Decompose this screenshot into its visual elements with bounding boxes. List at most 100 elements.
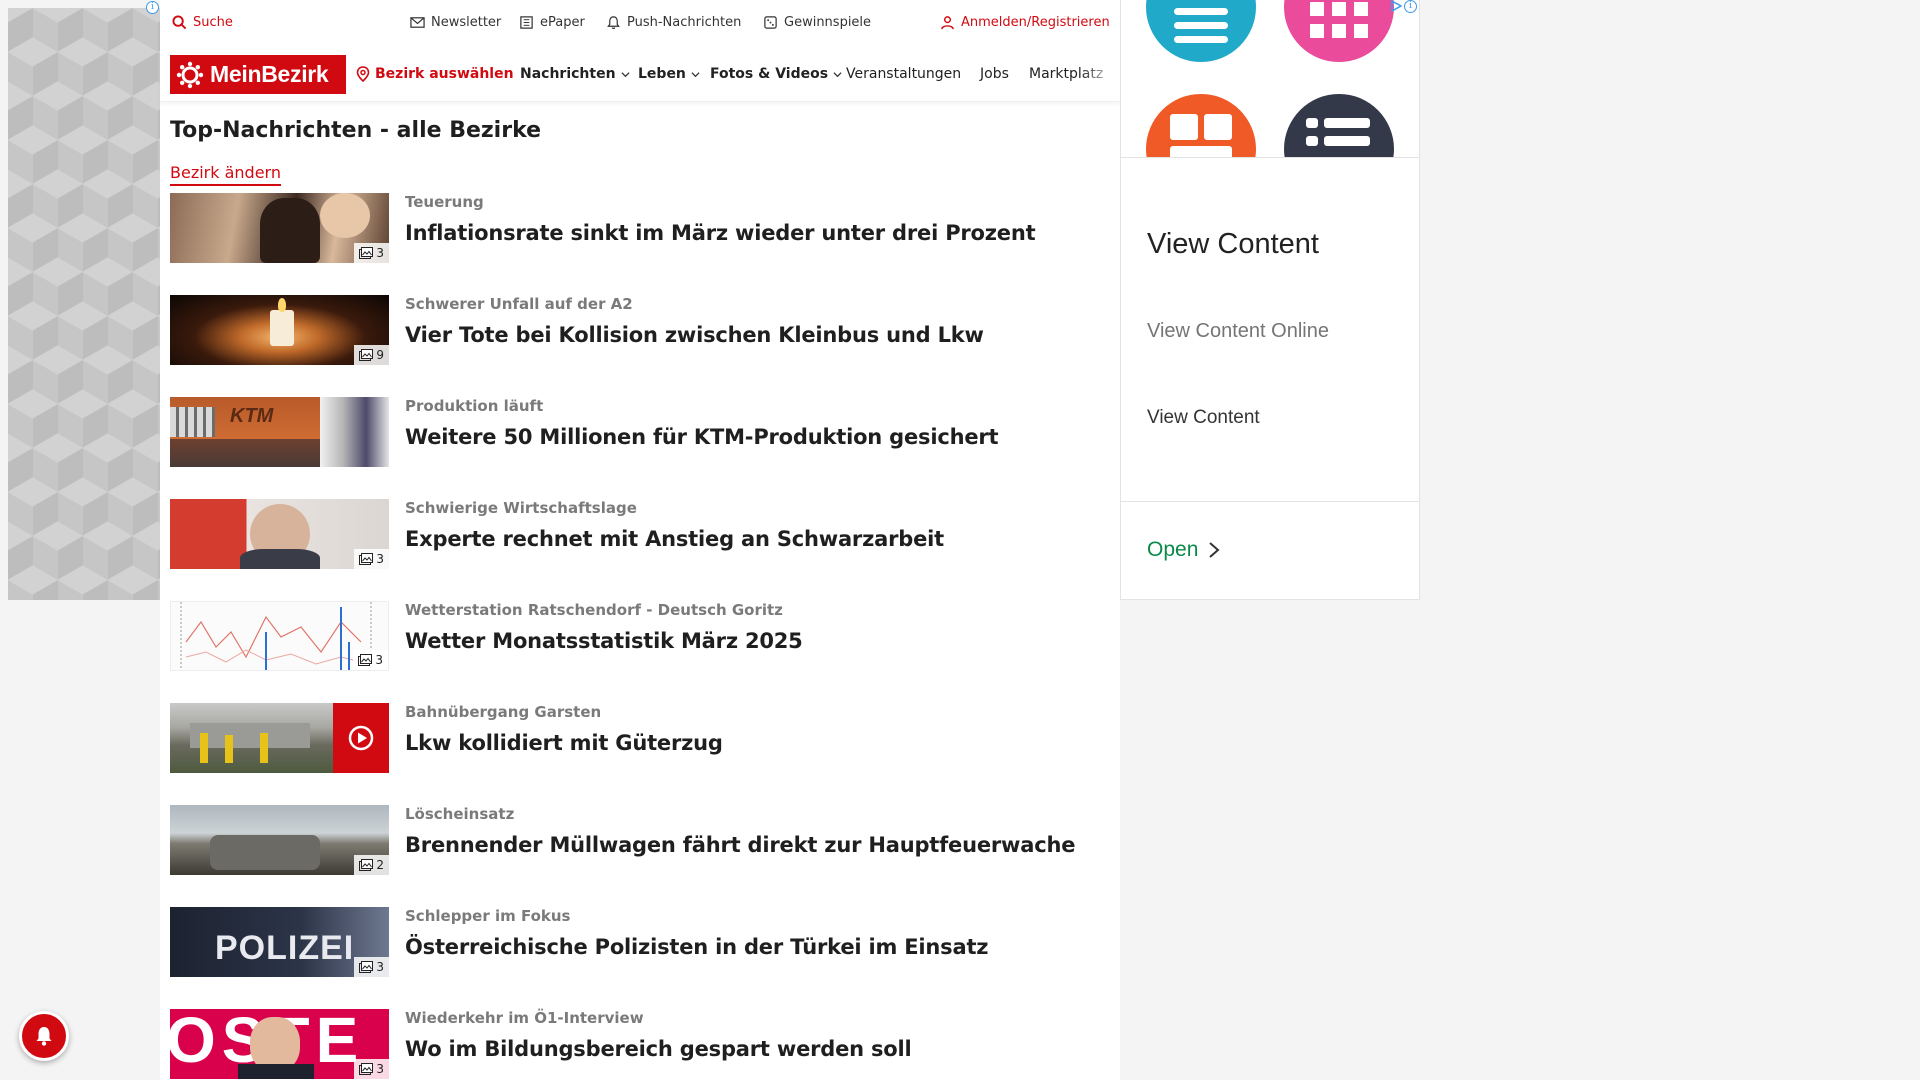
image-count: 3: [376, 1062, 384, 1076]
image-count: 3: [375, 653, 383, 667]
image-count-badge: 3: [354, 243, 389, 263]
article-item[interactable]: 3 Schwierige Wirtschaftslage Experte rec…: [170, 499, 1110, 601]
user-icon: [941, 16, 954, 30]
ad-subtitle[interactable]: View Content Online: [1147, 320, 1329, 343]
search-icon: [172, 15, 187, 30]
change-district-link[interactable]: Bezirk ändern: [170, 163, 281, 186]
article-item[interactable]: 3 Wetterstation Ratschendorf - Deutsch G…: [170, 601, 1110, 703]
gallery-icon: [359, 247, 374, 259]
utility-bar: Suche Newsletter ePaper Push-Nachrichten…: [160, 0, 1120, 46]
newsletter-link[interactable]: Newsletter: [410, 15, 501, 30]
article-kicker: Produktion läuft: [405, 397, 544, 415]
article-thumbnail[interactable]: 3: [170, 193, 389, 263]
nav-label: Leben: [638, 66, 686, 82]
bell-icon: [36, 1027, 52, 1046]
bell-icon: [607, 16, 620, 29]
play-video-button[interactable]: [333, 703, 389, 773]
logo-text: MeinBezirk: [210, 61, 329, 87]
article-thumbnail[interactable]: [170, 703, 389, 773]
gallery-icon: [359, 553, 374, 565]
article-kicker: Teuerung: [405, 193, 484, 211]
article-thumbnail[interactable]: POLIZEI 3: [170, 907, 389, 977]
search-link[interactable]: Suche: [172, 15, 233, 30]
chevron-down-icon: [621, 71, 630, 77]
mail-icon: [410, 17, 425, 28]
nav-item-jobs[interactable]: Jobs: [980, 66, 1009, 82]
article-thumbnail[interactable]: OSTE 3: [170, 1009, 389, 1079]
image-count: 9: [376, 348, 384, 362]
gallery-icon: [359, 349, 374, 361]
image-count: 3: [376, 246, 384, 260]
sidebar-ad[interactable]: i View Content View Content Online View …: [1120, 0, 1420, 600]
article-kicker: Bahnübergang Garsten: [405, 703, 602, 721]
search-label: Suche: [193, 15, 233, 30]
grid-app-icon: [1284, 0, 1394, 62]
article-item[interactable]: POLIZEI 3 Schlepper im Fokus Österreichi…: [170, 907, 1110, 1009]
dice-icon: [764, 16, 777, 29]
image-count: 3: [376, 552, 384, 566]
article-thumbnail[interactable]: 9: [170, 295, 389, 365]
push-notification-button[interactable]: [19, 1011, 69, 1061]
article-kicker: Schlepper im Fokus: [405, 907, 571, 925]
image-count-badge: 3: [354, 957, 389, 977]
push-link[interactable]: Push-Nachrichten: [606, 15, 741, 30]
meinbezirk-logo[interactable]: MeinBezirk: [170, 55, 346, 94]
nav-item-veranstaltungen[interactable]: Veranstaltungen: [846, 66, 961, 82]
article-headline[interactable]: Brennender Müllwagen fährt direkt zur Ha…: [405, 833, 1075, 857]
article-thumbnail[interactable]: 3: [170, 601, 389, 671]
ad-info-icon[interactable]: i: [146, 1, 159, 14]
article-item[interactable]: 2 Löscheinsatz Brennender Müllwagen fähr…: [170, 805, 1110, 907]
article-headline[interactable]: Inflationsrate sinkt im März wieder unte…: [405, 221, 1036, 245]
article-thumbnail[interactable]: 2: [170, 805, 389, 875]
article-headline[interactable]: Wetter Monatsstatistik März 2025: [405, 629, 803, 653]
login-label: Anmelden/Registrieren: [961, 15, 1110, 30]
image-count: 3: [376, 960, 384, 974]
login-link[interactable]: Anmelden/Registrieren: [940, 15, 1110, 30]
adchoices-triangle-icon: [1391, 0, 1402, 12]
epaper-link[interactable]: ePaper: [519, 15, 585, 30]
article-kicker: Schwerer Unfall auf der A2: [405, 295, 633, 313]
select-district-button[interactable]: Bezirk auswählen: [356, 66, 514, 82]
article-item[interactable]: Bahnübergang Garsten Lkw kollidiert mit …: [170, 703, 1110, 805]
push-label: Push-Nachrichten: [627, 15, 742, 30]
image-count: 2: [376, 858, 384, 872]
nav-fade-overlay: [1080, 54, 1120, 94]
article-list: 3 Teuerung Inflationsrate sinkt im März …: [170, 193, 1110, 1080]
ad-open-button[interactable]: Open: [1147, 538, 1220, 562]
games-link[interactable]: Gewinnspiele: [763, 15, 871, 30]
article-headline[interactable]: Experte rechnet mit Anstieg an Schwarzar…: [405, 527, 944, 551]
left-skin-ad[interactable]: [8, 8, 160, 600]
article-headline[interactable]: Vier Tote bei Kollision zwischen Kleinbu…: [405, 323, 984, 347]
nav-item-nachrichten[interactable]: Nachrichten: [520, 66, 630, 82]
article-kicker: Löscheinsatz: [405, 805, 515, 823]
chevron-down-icon: [833, 71, 842, 77]
article-item[interactable]: OSTE 3 Wiederkehr im Ö1-Interview Wo im …: [170, 1009, 1110, 1080]
nav-item-fotos-videos[interactable]: Fotos & Videos: [710, 66, 842, 82]
article-thumbnail[interactable]: 3: [170, 499, 389, 569]
image-count-badge: 3: [354, 1059, 389, 1079]
select-district-label: Bezirk auswählen: [375, 66, 514, 82]
adchoices-icon[interactable]: i: [1390, 0, 1417, 13]
main-column: Suche Newsletter ePaper Push-Nachrichten…: [160, 0, 1120, 1080]
main-navbar: MeinBezirk Bezirk auswählen Nachrichten …: [160, 46, 1120, 102]
nav-label: Jobs: [980, 66, 1009, 82]
ad-description[interactable]: View Content: [1147, 407, 1260, 429]
article-item[interactable]: 9 Schwerer Unfall auf der A2 Vier Tote b…: [170, 295, 1110, 397]
article-headline[interactable]: Lkw kollidiert mit Güterzug: [405, 731, 723, 755]
article-item[interactable]: 3 Teuerung Inflationsrate sinkt im März …: [170, 193, 1110, 295]
article-headline[interactable]: Weitere 50 Millionen für KTM-Produktion …: [405, 425, 999, 449]
page-title: Top-Nachrichten - alle Bezirke: [170, 118, 542, 143]
article-headline[interactable]: Österreichische Polizisten in der Türkei…: [405, 935, 989, 959]
ad-title[interactable]: View Content: [1147, 228, 1319, 261]
article-kicker: Schwierige Wirtschaftslage: [405, 499, 637, 517]
ad-open-label: Open: [1147, 538, 1199, 561]
epaper-label: ePaper: [540, 15, 585, 30]
ad-app-icons-graphic: [1121, 0, 1419, 158]
article-headline[interactable]: Wo im Bildungsbereich gespart werden sol…: [405, 1037, 912, 1061]
gallery-icon: [359, 1063, 374, 1075]
article-thumbnail[interactable]: KTM: [170, 397, 389, 467]
article-item[interactable]: KTM Produktion läuft Weitere 50 Millione…: [170, 397, 1110, 499]
nav-label: Fotos & Videos: [710, 66, 829, 82]
nav-item-leben[interactable]: Leben: [638, 66, 700, 82]
layout-app-icon: [1146, 94, 1256, 157]
